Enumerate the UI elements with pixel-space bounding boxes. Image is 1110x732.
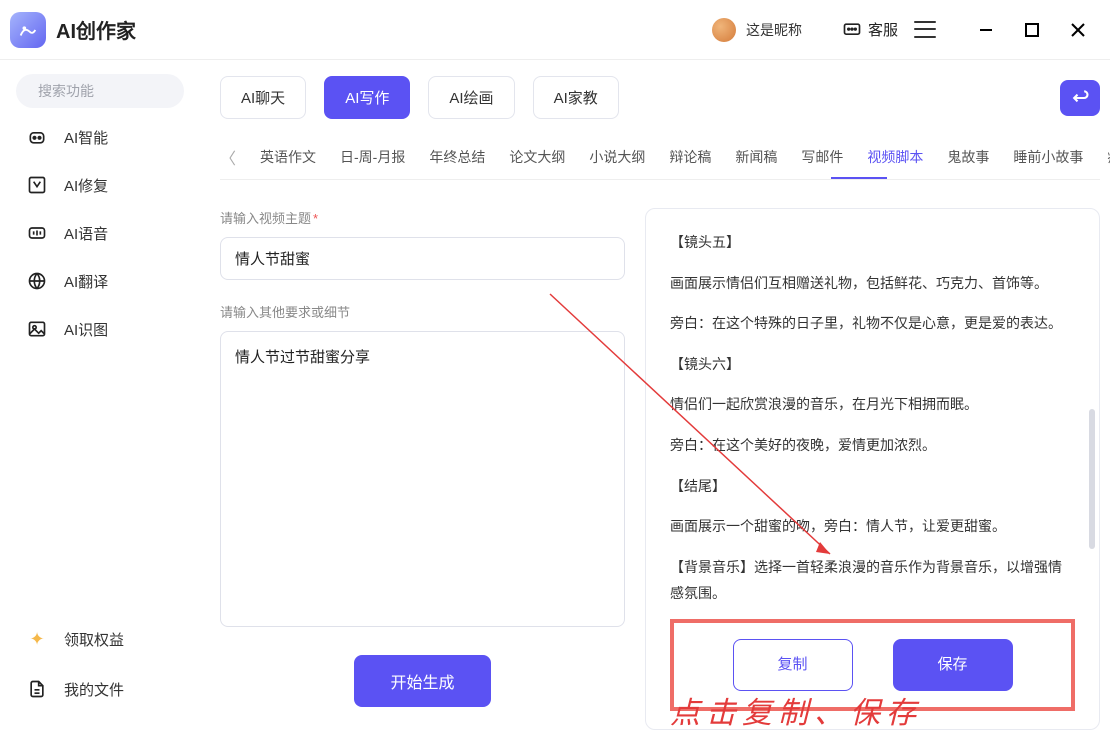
sidebar-item-ai-repair[interactable]: AI修复 <box>26 174 184 196</box>
main-area: AI聊天 AI写作 AI绘画 AI家教 〈 英语作文 日-周-月报 年终总结 论… <box>200 60 1110 730</box>
cat-year-summary[interactable]: 年终总结 <box>429 147 485 167</box>
output-panel: 【镜头五】 画面展示情侣们互相赠送礼物，包括鲜花、巧克力、首饰等。 旁白：在这个… <box>645 208 1100 730</box>
cat-news[interactable]: 新闻稿 <box>735 147 777 167</box>
cat-novel[interactable]: 小说大纲 <box>589 147 645 167</box>
support-label: 客服 <box>868 19 898 40</box>
sidebar-item-label: AI翻译 <box>64 271 108 292</box>
scrollbar[interactable] <box>1089 409 1095 549</box>
detail-label: 请输入其他要求或细节 <box>220 302 625 321</box>
sidebar-item-label: 领取权益 <box>64 629 124 650</box>
cat-english[interactable]: 英语作文 <box>260 147 316 167</box>
tab-tutor[interactable]: AI家教 <box>533 76 619 119</box>
active-underline <box>831 177 887 179</box>
sidebar-item-label: AI识图 <box>64 319 108 340</box>
cat-video-script[interactable]: 视频脚本 <box>867 147 923 167</box>
sidebar-item-label: AI智能 <box>64 127 108 148</box>
cat-debate[interactable]: 辩论稿 <box>669 147 711 167</box>
sidebar-item-label: 我的文件 <box>64 679 124 700</box>
tab-chat[interactable]: AI聊天 <box>220 76 306 119</box>
app-logo-icon <box>10 12 46 48</box>
nickname: 这是昵称 <box>746 20 802 40</box>
action-buttons-highlight: 复制 保存 <box>670 619 1075 712</box>
cat-email[interactable]: 写邮件 <box>801 147 843 167</box>
chat-icon <box>842 20 862 40</box>
topic-label: 请输入视频主题* <box>220 208 625 227</box>
sidebar-item-ai-smart[interactable]: AI智能 <box>26 126 184 148</box>
file-icon <box>26 678 48 700</box>
tab-draw[interactable]: AI绘画 <box>428 76 514 119</box>
repair-icon <box>26 174 48 196</box>
back-button[interactable] <box>1060 80 1100 116</box>
sidebar-item-ai-voice[interactable]: AI语音 <box>26 222 184 244</box>
detail-textarea[interactable] <box>220 331 625 627</box>
main-tabs: AI聊天 AI写作 AI绘画 AI家教 <box>220 76 1100 119</box>
avatar <box>712 18 736 42</box>
spark-icon: ✦ <box>26 628 48 650</box>
cat-report[interactable]: 日-周-月报 <box>340 147 405 167</box>
robot-icon <box>26 126 48 148</box>
menu-icon[interactable] <box>914 19 936 41</box>
sidebar-item-label: AI修复 <box>64 175 108 196</box>
search-box[interactable] <box>16 74 184 108</box>
image-icon <box>26 318 48 340</box>
copy-button[interactable]: 复制 <box>733 639 853 692</box>
translate-icon <box>26 270 48 292</box>
voice-icon <box>26 222 48 244</box>
sidebar-item-ai-image[interactable]: AI识图 <box>26 318 184 340</box>
cat-ghost[interactable]: 鬼故事 <box>947 147 989 167</box>
window-controls <box>976 20 1100 40</box>
sidebar-item-label: AI语音 <box>64 223 108 244</box>
logo-wrap: AI创作家 <box>10 12 136 48</box>
sidebar: AI智能 AI修复 AI语音 AI翻译 AI识图 ✦ 领取权益 <box>0 60 200 730</box>
sidebar-item-rewards[interactable]: ✦ 领取权益 <box>26 628 184 650</box>
cat-thesis[interactable]: 论文大纲 <box>509 147 565 167</box>
sidebar-item-ai-translate[interactable]: AI翻译 <box>26 270 184 292</box>
minimize-button[interactable] <box>976 20 996 40</box>
close-button[interactable] <box>1068 20 1088 40</box>
generate-button[interactable]: 开始生成 <box>354 655 490 707</box>
chevron-left-icon[interactable]: 〈 <box>220 145 236 169</box>
sidebar-item-files[interactable]: 我的文件 <box>26 678 184 700</box>
input-column: 请输入视频主题* 请输入其他要求或细节 开始生成 <box>220 208 625 730</box>
maximize-button[interactable] <box>1022 20 1042 40</box>
topic-input[interactable] <box>220 237 625 280</box>
search-input[interactable] <box>38 83 219 99</box>
return-arrow-icon <box>1070 88 1090 108</box>
output-text: 【镜头五】 画面展示情侣们互相赠送礼物，包括鲜花、巧克力、首饰等。 旁白：在这个… <box>670 229 1075 615</box>
cat-bedtime[interactable]: 睡前小故事 <box>1013 147 1083 167</box>
save-button[interactable]: 保存 <box>893 639 1013 692</box>
support-button[interactable]: 客服 <box>842 19 898 40</box>
title-bar: AI创作家 这是昵称 客服 <box>0 0 1110 60</box>
app-title: AI创作家 <box>56 15 136 44</box>
category-row: 〈 英语作文 日-周-月报 年终总结 论文大纲 小说大纲 辩论稿 新闻稿 写邮件… <box>220 145 1100 169</box>
tab-write[interactable]: AI写作 <box>324 76 410 119</box>
user-chip[interactable]: 这是昵称 <box>712 18 802 42</box>
